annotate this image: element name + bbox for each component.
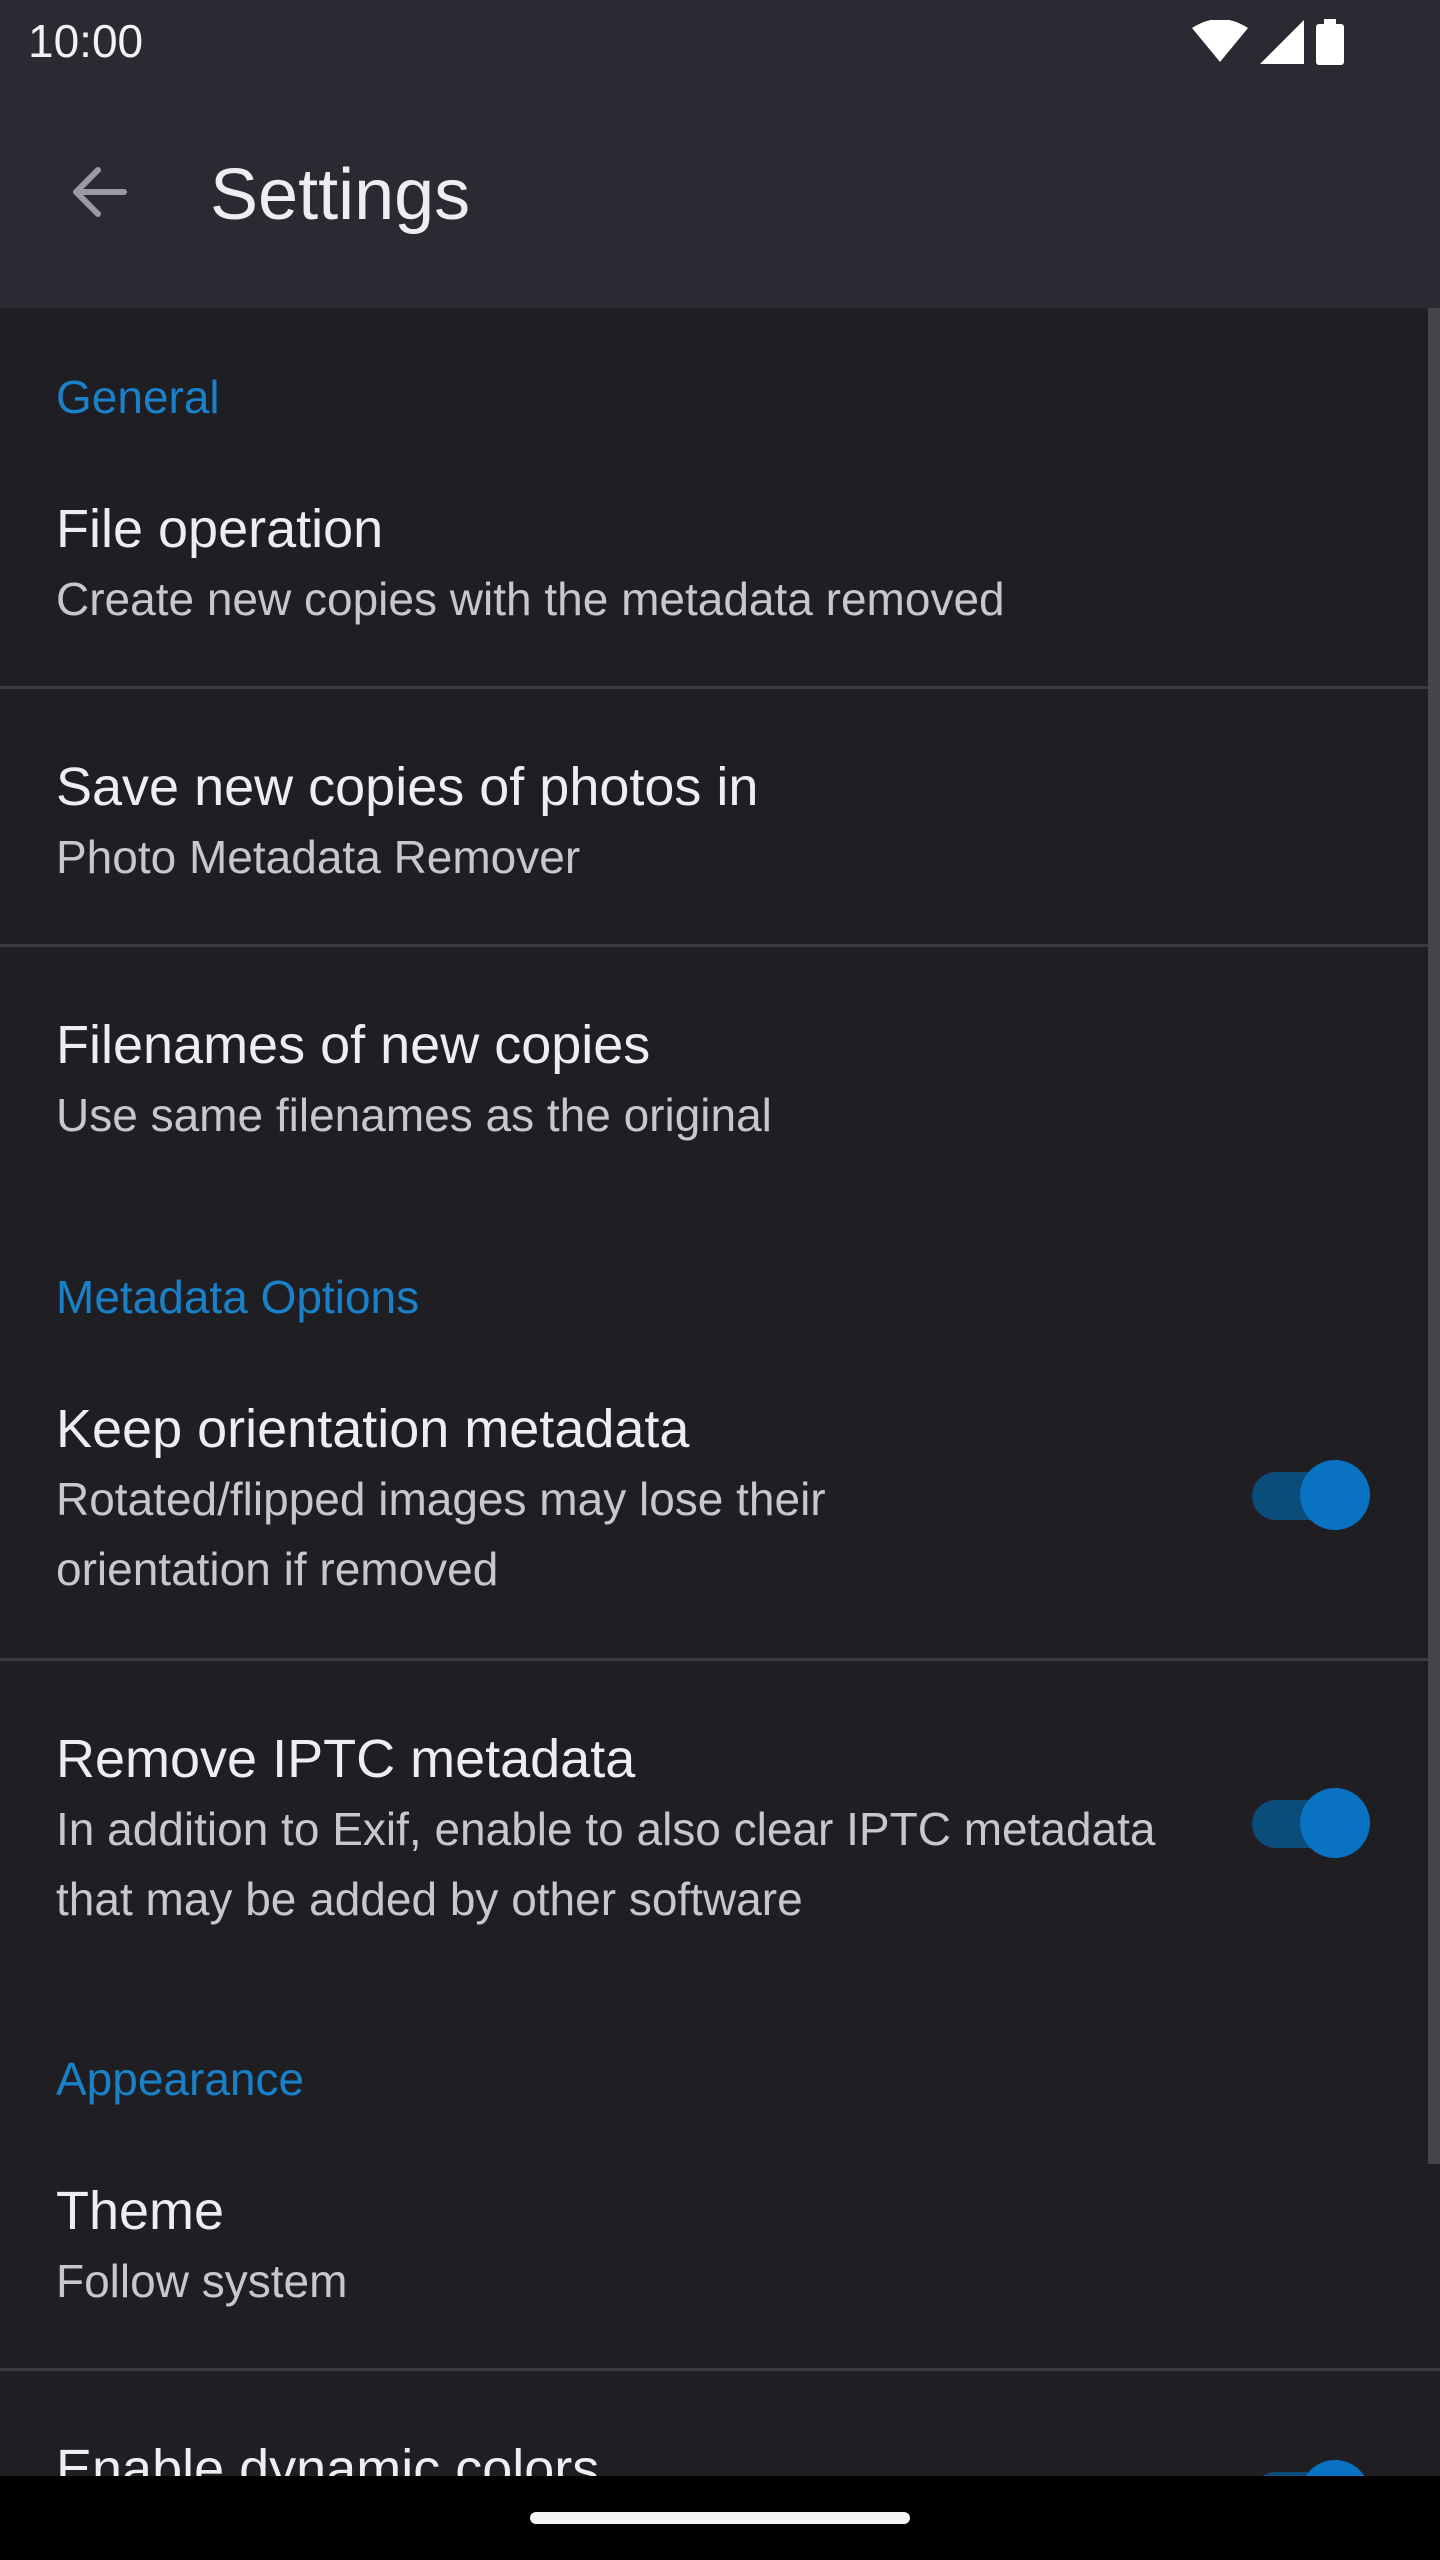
settings-list[interactable]: General File operation Create new copies… <box>0 308 1440 2476</box>
divider <box>0 944 1440 947</box>
scrollbar[interactable] <box>1428 308 1440 2164</box>
pref-theme-title: Theme <box>56 2181 225 2241</box>
arrow-left-icon <box>73 167 127 217</box>
home-gesture-handle[interactable] <box>530 2512 910 2524</box>
section-header-metadata: Metadata Options <box>56 1271 420 1323</box>
navigation-bar <box>0 2476 1440 2560</box>
back-button[interactable] <box>50 144 146 240</box>
status-bar: 10:00 <box>0 0 1440 84</box>
page-title: Settings <box>210 155 471 235</box>
battery-icon <box>1316 19 1344 65</box>
pref-file-operation-title: File operation <box>56 499 384 559</box>
app-bar: Settings <box>0 84 1440 308</box>
pref-file-operation-summary: Create new copies with the metadata remo… <box>56 573 1005 625</box>
dynamic-colors-toggle[interactable] <box>1252 2460 1372 2476</box>
wifi-icon <box>1192 20 1248 62</box>
divider <box>0 686 1440 689</box>
cellular-signal-icon <box>1260 20 1304 64</box>
switch-thumb <box>1300 1788 1370 1858</box>
pref-keep-orientation-summary: Rotated/flipped images may lose their or… <box>56 1473 826 1595</box>
pref-filenames-summary: Use same filenames as the original <box>56 1089 772 1141</box>
pref-dynamic-colors-title: Enable dynamic colors <box>56 2439 600 2476</box>
section-header-general: General <box>56 371 220 423</box>
switch-thumb <box>1300 1460 1370 1530</box>
divider <box>0 1658 1440 1661</box>
pref-remove-iptc-summary: In addition to Exif, enable to also clea… <box>56 1803 1156 1925</box>
pref-save-location-title: Save new copies of photos in <box>56 757 759 817</box>
switch-thumb <box>1300 2460 1370 2476</box>
remove-iptc-toggle[interactable] <box>1252 1788 1372 1858</box>
section-header-appearance: Appearance <box>56 2053 305 2105</box>
status-icons <box>1192 19 1344 65</box>
status-time: 10:00 <box>28 15 144 67</box>
pref-keep-orientation-title: Keep orientation metadata <box>56 1399 690 1459</box>
pref-filenames-title: Filenames of new copies <box>56 1015 651 1075</box>
pref-remove-iptc-title: Remove IPTC metadata <box>56 1729 636 1789</box>
pref-save-location-summary: Photo Metadata Remover <box>56 831 581 883</box>
pref-theme-summary: Follow system <box>56 2255 348 2307</box>
divider <box>0 2368 1440 2371</box>
keep-orientation-toggle[interactable] <box>1252 1460 1372 1530</box>
